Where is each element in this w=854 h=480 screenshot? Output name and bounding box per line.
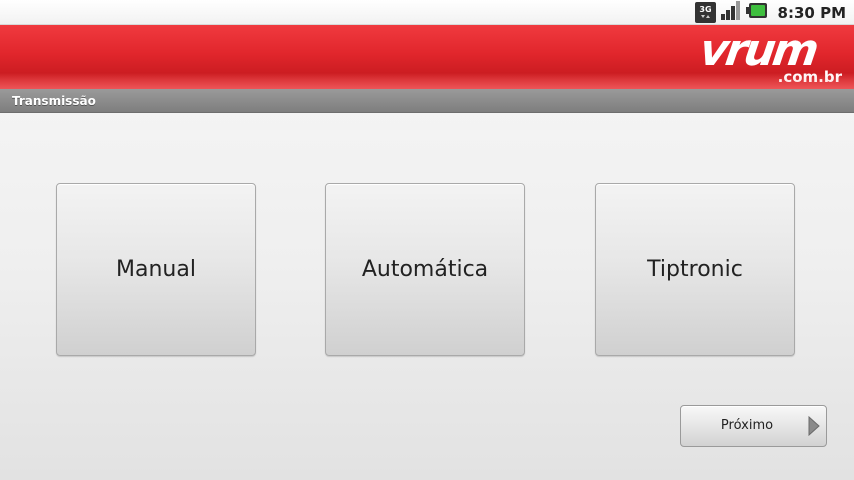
section-title-bar: Transmissão (0, 89, 854, 113)
header-banner: vrum .com.br (0, 25, 854, 89)
next-button-label: Próximo (720, 418, 774, 433)
tiptronic-option-button[interactable]: Tiptronic (595, 183, 795, 356)
status-time: 8:30 PM (777, 3, 846, 22)
automatic-option-button[interactable]: Automática (325, 183, 525, 356)
section-title: Transmissão (12, 94, 96, 108)
next-button[interactable]: Próximo (680, 405, 827, 447)
chevron-right-icon (808, 415, 820, 437)
logo-domain-text: .com.br (777, 68, 842, 86)
status-bar: 3G 8:30 PM (0, 0, 854, 25)
option-label: Automática (361, 257, 489, 282)
logo-brand-text: vrum (696, 25, 820, 76)
manual-option-button[interactable]: Manual (56, 183, 256, 356)
signal-icon (720, 0, 742, 25)
vrum-logo: vrum .com.br (696, 25, 850, 87)
option-label: Manual (116, 257, 196, 282)
3g-icon: 3G (694, 2, 716, 23)
network-type-text: 3G (699, 5, 711, 14)
option-label: Tiptronic (647, 257, 743, 282)
status-icons: 3G 8:30 PM (694, 0, 846, 25)
battery-icon (745, 0, 768, 25)
